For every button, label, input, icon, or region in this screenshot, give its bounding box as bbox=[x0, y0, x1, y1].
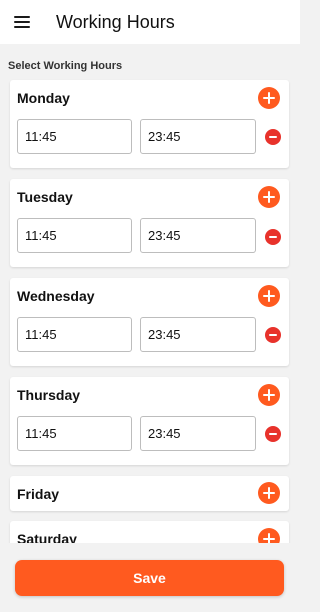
add-hours-button[interactable] bbox=[258, 528, 280, 543]
day-card-tuesday: Tuesday 11:45 23:45 bbox=[10, 179, 289, 267]
day-card-saturday: Saturday bbox=[10, 521, 289, 543]
page-title: Working Hours bbox=[56, 11, 175, 32]
app-bar: Working Hours bbox=[0, 0, 300, 44]
remove-hours-button[interactable] bbox=[265, 426, 281, 442]
add-hours-button[interactable] bbox=[258, 186, 280, 208]
day-name: Thursday bbox=[17, 387, 81, 403]
section-label: Select Working Hours bbox=[8, 60, 123, 72]
day-name: Saturday bbox=[17, 531, 77, 543]
start-time-field[interactable]: 11:45 bbox=[17, 416, 132, 451]
end-time-field[interactable]: 23:45 bbox=[140, 218, 256, 253]
start-time-field[interactable]: 11:45 bbox=[17, 119, 132, 154]
day-name: Tuesday bbox=[17, 189, 73, 205]
hamburger-menu-icon[interactable] bbox=[14, 14, 36, 30]
start-time-field[interactable]: 11:45 bbox=[17, 317, 132, 352]
day-name: Wednesday bbox=[17, 288, 95, 304]
day-name: Friday bbox=[17, 486, 60, 502]
day-card-friday: Friday bbox=[10, 476, 289, 511]
remove-hours-button[interactable] bbox=[265, 327, 281, 343]
day-card-thursday: Thursday 11:45 23:45 bbox=[10, 377, 289, 465]
add-hours-button[interactable] bbox=[258, 482, 280, 504]
end-time-field[interactable]: 23:45 bbox=[140, 317, 256, 352]
save-button[interactable]: Save bbox=[15, 560, 284, 596]
remove-hours-button[interactable] bbox=[265, 129, 281, 145]
days-list[interactable]: Monday 11:45 23:45 Tuesday 11:45 23:45 W… bbox=[0, 78, 300, 543]
add-hours-button[interactable] bbox=[258, 87, 280, 109]
day-card-wednesday: Wednesday 11:45 23:45 bbox=[10, 278, 289, 366]
end-time-field[interactable]: 23:45 bbox=[140, 119, 256, 154]
day-card-monday: Monday 11:45 23:45 bbox=[10, 80, 289, 168]
end-time-field[interactable]: 23:45 bbox=[140, 416, 256, 451]
add-hours-button[interactable] bbox=[258, 384, 280, 406]
start-time-field[interactable]: 11:45 bbox=[17, 218, 132, 253]
remove-hours-button[interactable] bbox=[265, 229, 281, 245]
add-hours-button[interactable] bbox=[258, 285, 280, 307]
day-name: Monday bbox=[17, 90, 70, 106]
